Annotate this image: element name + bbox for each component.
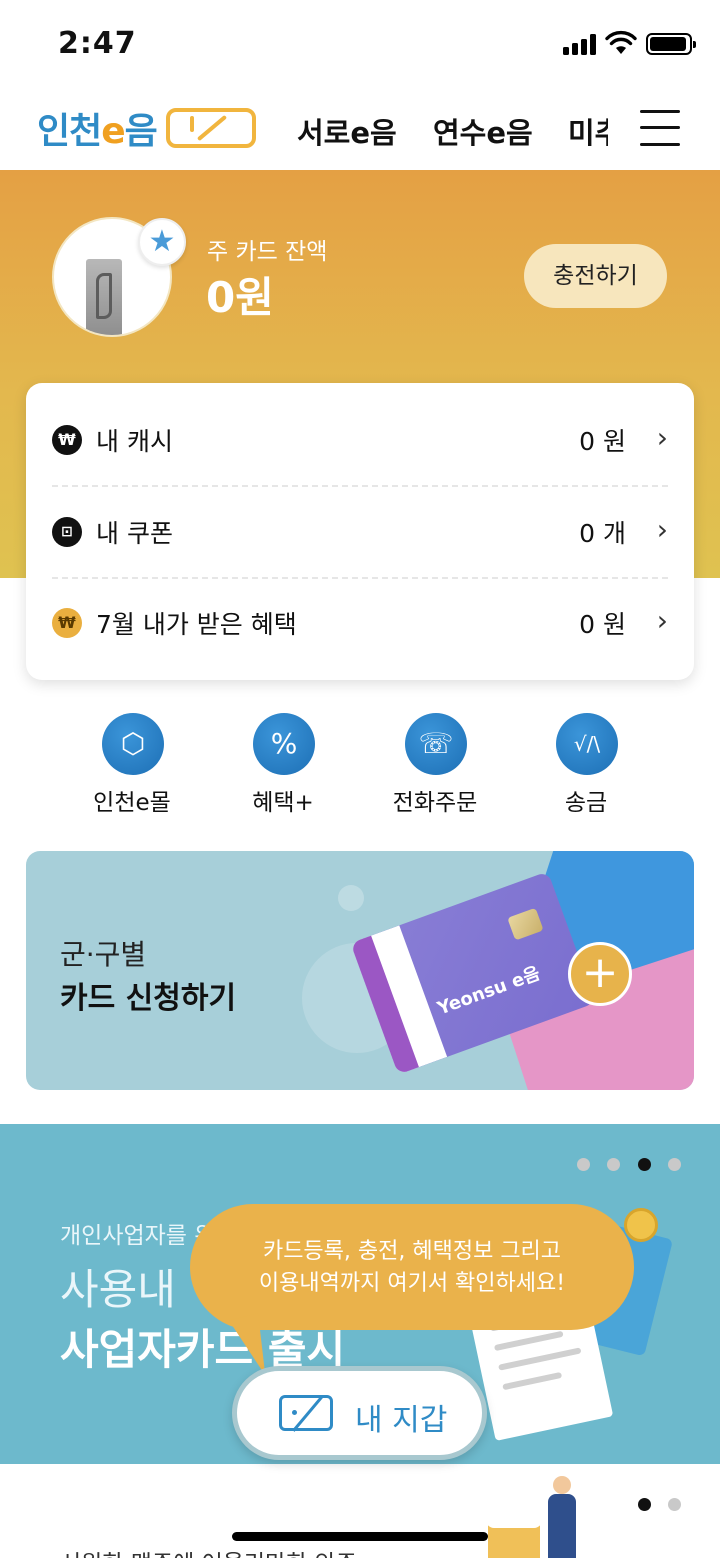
card-image [86, 259, 122, 335]
summary-card: ₩ 내 캐시 0 원 › ⊡ 내 쿠폰 0 개 › ₩ 7월 내가 받은 혜택 … [26, 383, 694, 680]
balance-value: 0원 [206, 273, 274, 322]
quick-menu-mall[interactable]: ⬡ 인천e몰 [62, 713, 202, 816]
summary-label: 내 쿠폰 [96, 519, 173, 548]
my-wallet-button[interactable]: 내 지갑 [232, 1366, 487, 1460]
chevron-right-icon: › [656, 604, 668, 637]
top-nav: 인천e음 서로e음 연수e음 미추 [0, 88, 720, 170]
card-brand: Yeonsu e음 [434, 962, 543, 1020]
wallet-tooltip: 카드등록, 충전, 혜택정보 그리고 이용내역까지 여기서 확인하세요! [190, 1204, 634, 1330]
logo-card-icon [166, 108, 256, 148]
wifi-icon [605, 30, 637, 54]
phone-icon: ☏ [405, 713, 467, 775]
apply-banner-subtitle: 군·구별 [60, 938, 147, 971]
won-icon: ₩ [52, 425, 82, 455]
pagination-dot-active[interactable] [638, 1158, 651, 1171]
beer-illustration [486, 1512, 542, 1558]
bottom-banner-text: 시원한 맥주에 어울리만한 안주 [60, 1544, 357, 1558]
app-screen: 2:47 인천e음 서로e음 연수e음 미추 [0, 0, 720, 1558]
chevron-right-icon: › [656, 421, 668, 454]
pagination-dot-active[interactable] [638, 1498, 651, 1511]
quick-menu-label: 혜택+ [252, 790, 314, 816]
pagination-dot[interactable] [668, 1158, 681, 1171]
signal-icon [563, 33, 599, 55]
coupon-icon: ⊡ [52, 517, 82, 547]
charge-button[interactable]: 충전하기 [524, 244, 667, 308]
quick-menu-benefit[interactable]: % 혜택+ [213, 713, 353, 816]
card-apply-banner[interactable]: 군·구별 카드 신청하기 Yeonsu e음 + [26, 851, 694, 1090]
nav-tab-michu[interactable]: 미추 [568, 110, 608, 152]
battery-icon [646, 33, 696, 55]
wallet-label: 내 지갑 [355, 1403, 448, 1438]
transfer-icon: √/\ [556, 713, 618, 775]
apply-banner-title: 카드 신청하기 [60, 981, 237, 1016]
status-bar: 2:47 [0, 0, 720, 88]
nav-tab-seoro[interactable]: 서로e음 [297, 110, 397, 152]
nav-tab-yeonsu[interactable]: 연수e음 [433, 110, 533, 152]
quick-menu-transfer[interactable]: √/\ 송금 [516, 713, 656, 816]
summary-row-benefit[interactable]: ₩ 7월 내가 받은 혜택 0 원 › [52, 576, 668, 668]
quick-menu-label: 송금 [564, 790, 608, 816]
summary-row-coupon[interactable]: ⊡ 내 쿠폰 0 개 › [52, 485, 668, 577]
status-time: 2:47 [58, 26, 137, 61]
summary-label: 내 캐시 [96, 427, 173, 456]
percent-icon: % [253, 713, 315, 775]
summary-value: 0 원 [579, 427, 626, 456]
card-chip [507, 907, 544, 941]
nav-tab-clip: 미추 [568, 88, 608, 170]
bottom-section: 시원한 맥주에 어울리만한 안주 [0, 1464, 720, 1558]
quick-menu-label: 인천e몰 [93, 790, 171, 816]
promo-title-line1: 사용내 [60, 1265, 176, 1314]
pagination-dot[interactable] [607, 1158, 620, 1171]
person-illustration [548, 1494, 576, 1558]
star-badge: ★ [138, 218, 186, 266]
summary-row-cash[interactable]: ₩ 내 캐시 0 원 › [52, 393, 668, 485]
tooltip-text: 카드등록, 충전, 혜택정보 그리고 이용내역까지 여기서 확인하세요! [258, 1239, 566, 1296]
summary-label: 7월 내가 받은 혜택 [96, 610, 297, 639]
home-indicator[interactable] [232, 1532, 488, 1541]
star-icon: ★ [148, 224, 176, 259]
pagination-dot[interactable] [668, 1498, 681, 1511]
summary-value: 0 원 [579, 610, 626, 639]
person-illustration-head [553, 1476, 571, 1494]
box-icon: ⬡ [102, 713, 164, 775]
chevron-right-icon: › [656, 513, 668, 546]
pagination-dot[interactable] [577, 1158, 590, 1171]
incheon-eum-logo[interactable]: 인천e음 [37, 102, 158, 154]
quick-menu-phone-order[interactable]: ☏ 전화주문 [365, 713, 505, 816]
balance-label: 주 카드 잔액 [207, 239, 328, 265]
quick-menu-label: 전화주문 [392, 790, 478, 816]
summary-value: 0 개 [579, 519, 626, 548]
decor-bubble [338, 885, 364, 911]
benefit-won-icon: ₩ [52, 608, 82, 638]
plus-icon[interactable]: + [568, 942, 632, 1006]
wallet-icon [279, 1395, 333, 1431]
menu-icon[interactable] [640, 110, 680, 146]
